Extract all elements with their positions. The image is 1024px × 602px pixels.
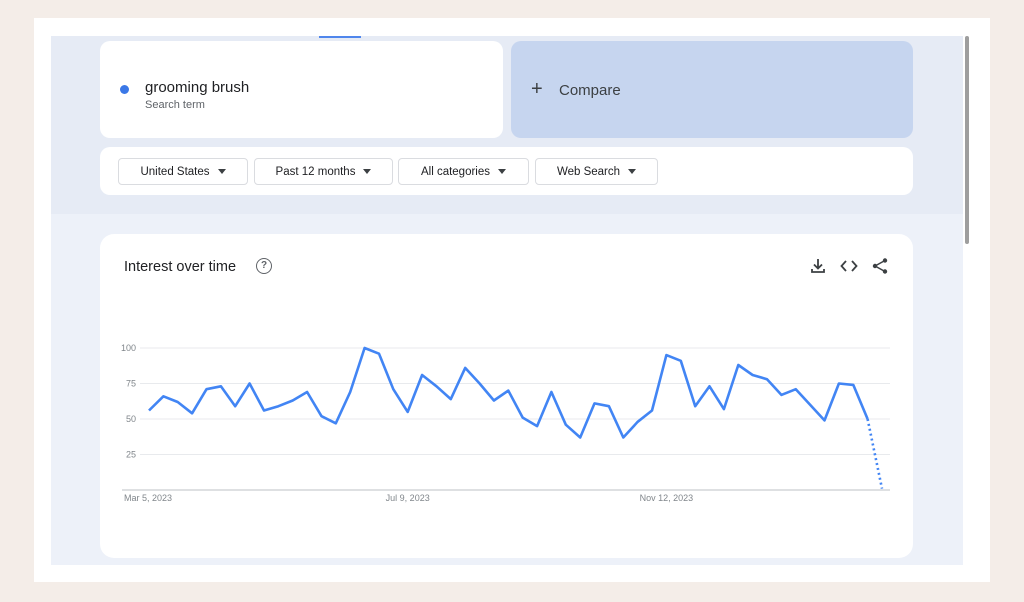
interest-line-chart: 25 50 75 100 Mar 5, 2023 Jul 9, 2023 Nov 12, 2… xyxy=(121,343,890,503)
x-tick-label: Nov 12, 2023 xyxy=(640,493,694,503)
x-tick-label: Jul 9, 2023 xyxy=(386,493,430,503)
dropdown-caret-icon xyxy=(498,169,507,174)
compare-label: Compare xyxy=(559,82,621,99)
filter-time-label: Past 12 months xyxy=(275,165,356,178)
scrollbar[interactable] xyxy=(963,36,971,565)
y-tick-label: 25 xyxy=(126,450,136,460)
dropdown-caret-icon xyxy=(363,169,372,174)
page-viewport: grooming brush Search term + Compare Uni… xyxy=(51,36,963,565)
filter-category-label: All categories xyxy=(420,165,491,178)
series-line-partial xyxy=(866,418,884,489)
series-line xyxy=(148,346,869,439)
filter-property-dropdown[interactable]: Web Search xyxy=(535,158,658,185)
dropdown-caret-icon xyxy=(628,169,637,174)
search-term-card[interactable]: grooming brush Search term xyxy=(100,41,503,138)
compare-button[interactable]: + Compare xyxy=(511,41,913,138)
plus-icon: + xyxy=(531,78,543,100)
active-tab-indicator xyxy=(319,36,361,38)
y-tick-label: 50 xyxy=(126,414,136,424)
interest-over-time-card: Interest over time ? 25 50 75 100 Mar 5, 202… xyxy=(100,234,913,558)
search-term-name[interactable]: grooming brush xyxy=(145,79,249,96)
filter-bar: United States Past 12 months All categor… xyxy=(100,147,913,195)
dropdown-caret-icon xyxy=(217,169,226,174)
search-term-subtitle: Search term xyxy=(145,99,205,111)
filter-region-dropdown[interactable]: United States xyxy=(118,158,248,185)
x-tick-label: Mar 5, 2023 xyxy=(124,493,172,503)
filter-property-label: Web Search xyxy=(556,165,621,178)
filter-time-dropdown[interactable]: Past 12 months xyxy=(254,158,393,185)
y-tick-label: 100 xyxy=(121,343,136,353)
filter-category-dropdown[interactable]: All categories xyxy=(398,158,529,185)
filter-region-label: United States xyxy=(140,165,210,178)
y-tick-label: 75 xyxy=(126,379,136,389)
term-color-dot-icon xyxy=(120,85,129,94)
scrollbar-thumb[interactable] xyxy=(965,36,969,244)
